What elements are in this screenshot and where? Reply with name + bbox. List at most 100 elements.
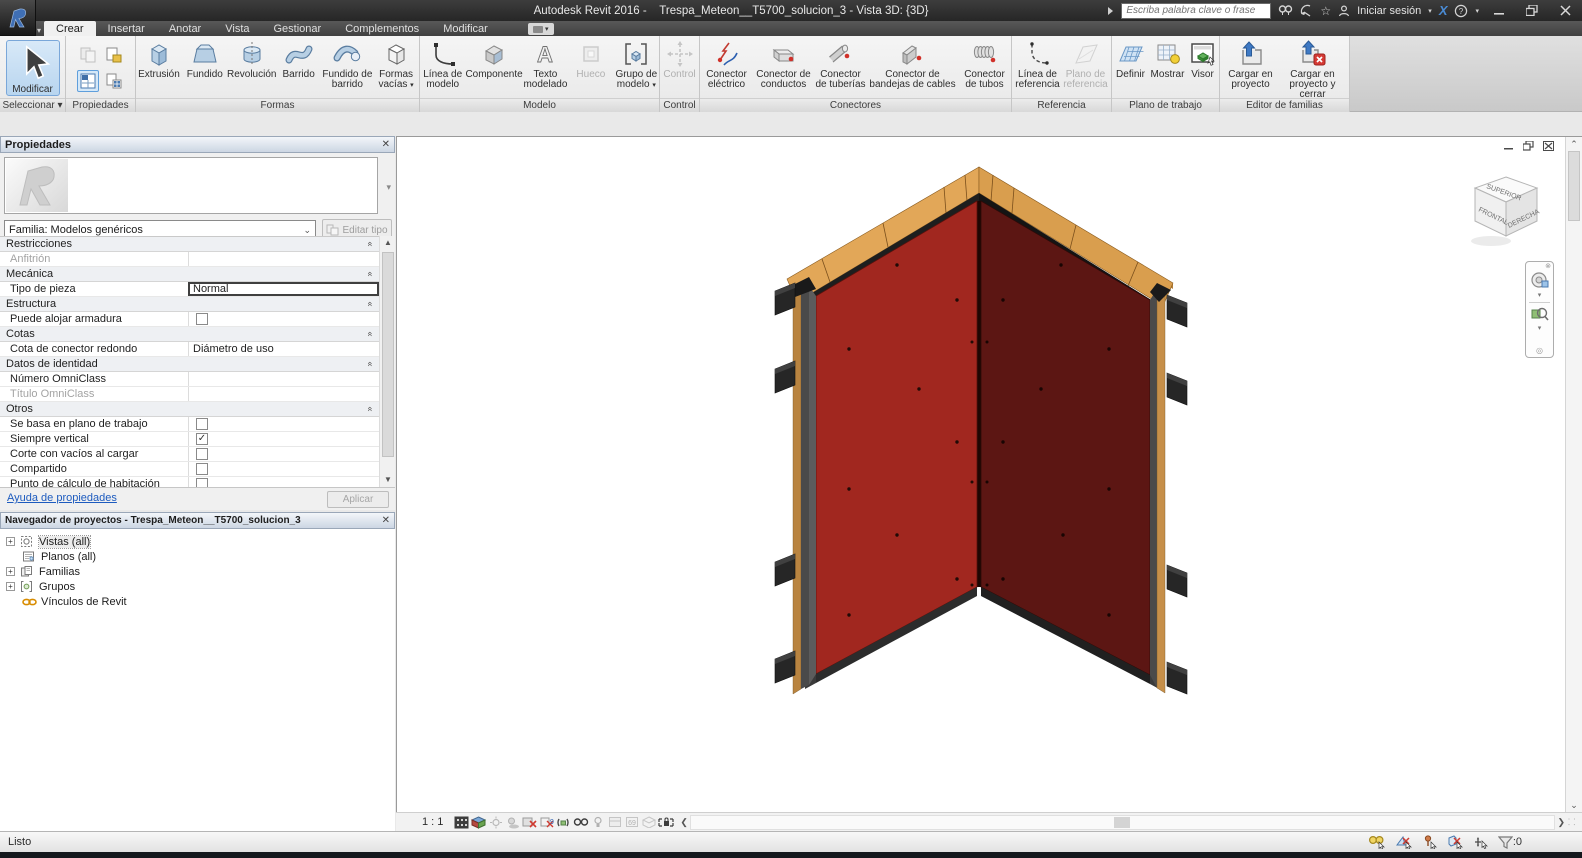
communication-center-icon[interactable] — [1300, 4, 1313, 17]
scroll-down-icon[interactable]: ▼ — [380, 473, 396, 487]
group-otros[interactable]: Otros« — [0, 402, 379, 417]
linea-modelo-button[interactable]: Línea de modelo — [420, 38, 465, 90]
conector-conductos-button[interactable]: Conector de conductos — [753, 38, 815, 90]
modify-button[interactable]: Modificar — [6, 40, 60, 96]
detail-level-icon[interactable] — [453, 814, 470, 830]
mostrar-button[interactable]: Mostrar — [1149, 38, 1187, 80]
tab-vista[interactable]: Vista — [213, 21, 261, 36]
checkbox[interactable]: ✓ — [196, 448, 208, 460]
navigation-bar[interactable]: ⊗ ▾ ▾ ◎ — [1525, 261, 1554, 358]
group-mecanica[interactable]: Mecánica« — [0, 267, 379, 282]
view-scale[interactable]: 1 : 1 — [422, 816, 443, 828]
hscroll-thumb[interactable] — [1114, 817, 1130, 828]
family-category-icon[interactable] — [103, 44, 125, 66]
grupo-modelo-button[interactable]: Grupo de modelo ▾ — [614, 38, 659, 91]
family-parameters-icon[interactable] — [103, 70, 125, 92]
properties-palette-header[interactable]: Propiedades ✕ — [0, 136, 395, 153]
property-row[interactable]: Cota de conector redondoDiámetro de uso — [0, 342, 379, 357]
tab-modificar[interactable]: Modificar — [431, 21, 500, 36]
scroll-up-icon[interactable]: ⌃ — [1566, 139, 1582, 150]
collapse-chevron-icon[interactable]: « — [365, 271, 375, 276]
favorites-star-icon[interactable]: ☆ — [1320, 4, 1331, 18]
cargar-proyecto-cerrar-button[interactable]: Cargar en proyecto y cerrar — [1279, 38, 1347, 100]
editable-only-icon[interactable] — [1368, 835, 1386, 849]
fundido-barrido-button[interactable]: Fundido de barrido — [322, 38, 374, 90]
property-row[interactable]: Corte con vacíos al cargar✓ — [0, 447, 379, 462]
conector-tuberias-button[interactable]: Conector de tuberías — [815, 38, 867, 90]
search-collapse-icon[interactable] — [1106, 6, 1114, 16]
cargar-proyecto-button[interactable]: Cargar en proyecto — [1223, 38, 1279, 90]
scrollbar-thumb[interactable] — [382, 252, 394, 457]
preview-dropdown-caret-icon[interactable]: ▾ — [386, 182, 391, 193]
temporary-view-properties-icon[interactable]: 69 — [623, 814, 640, 830]
exchange-apps-icon[interactable]: X — [1439, 3, 1448, 18]
search-icon[interactable] — [1278, 4, 1293, 17]
properties-help-link[interactable]: Ayuda de propiedades — [7, 492, 117, 504]
navbar-caret-icon[interactable]: ▾ — [1538, 291, 1542, 299]
checkbox[interactable]: ✓ — [196, 418, 208, 430]
show-crop-region-icon[interactable] — [555, 814, 572, 830]
collapse-chevron-icon[interactable]: « — [365, 361, 375, 366]
apply-button[interactable]: Aplicar — [327, 491, 389, 508]
hscroll-right-icon[interactable]: ❯ — [1557, 817, 1565, 828]
visual-style-icon[interactable] — [470, 814, 487, 830]
tab-insertar[interactable]: Insertar — [96, 21, 157, 36]
view-minimize-icon[interactable] — [1504, 141, 1514, 151]
application-menu-button[interactable] — [0, 0, 36, 36]
group-cotas[interactable]: Cotas« — [0, 327, 379, 342]
conector-tubos-button[interactable]: Conector de tubos — [959, 38, 1011, 90]
navbar-close-icon[interactable]: ⊗ — [1545, 263, 1551, 270]
definir-button[interactable]: Definir — [1113, 38, 1149, 80]
property-row[interactable]: Número OmniClass — [0, 372, 379, 387]
group-estructura[interactable]: Estructura« — [0, 297, 379, 312]
collapse-chevron-icon[interactable]: « — [365, 406, 375, 411]
press-drag-icon[interactable] — [1473, 835, 1489, 849]
view-close-icon[interactable] — [1543, 141, 1554, 151]
corner-panel-model[interactable] — [397, 137, 1582, 813]
tree-item-vistas[interactable]: + Vistas (all) — [0, 534, 395, 549]
sun-path-icon[interactable] — [487, 814, 504, 830]
shadows-icon[interactable] — [504, 814, 521, 830]
property-row[interactable]: Siempre vertical✓ — [0, 432, 379, 447]
expand-icon[interactable]: + — [6, 537, 15, 546]
scrollbar-thumb[interactable] — [1568, 151, 1580, 221]
filter-icon[interactable]: :0 — [1498, 836, 1522, 849]
checkbox[interactable]: ✓ — [196, 463, 208, 475]
expand-icon[interactable]: + — [6, 567, 15, 576]
family-types-icon[interactable] — [77, 44, 99, 66]
property-row[interactable]: Título OmniClass — [0, 387, 379, 402]
browser-close-icon[interactable]: ✕ — [382, 515, 390, 526]
type-preview[interactable]: ▾ — [4, 157, 378, 214]
scroll-down-icon[interactable]: ⌄ — [1566, 800, 1582, 811]
viewcube[interactable]: SUPERIOR FRONTAL DERECHA — [1469, 173, 1547, 251]
barrido-button[interactable]: Barrido — [276, 38, 322, 80]
tab-crear[interactable]: Crear — [44, 21, 96, 36]
panel-label-seleccionar[interactable]: Seleccionar ▾ — [0, 98, 65, 112]
checkbox[interactable]: ✓ — [196, 313, 208, 325]
resize-grip-icon[interactable]: ⸬ — [1568, 815, 1582, 829]
scroll-up-icon[interactable]: ▲ — [380, 236, 396, 250]
horizontal-scrollbar[interactable] — [690, 815, 1556, 830]
property-row[interactable]: Compartido✓ — [0, 462, 379, 477]
rendering-dialog-icon[interactable] — [521, 814, 538, 830]
collapse-chevron-icon[interactable]: « — [365, 301, 375, 306]
tipo-de-pieza-value[interactable]: Normal — [188, 282, 379, 296]
property-row[interactable]: Tipo de piezaNormal — [0, 282, 379, 297]
pin-icon[interactable] — [1422, 835, 1438, 849]
zoom-caret-icon[interactable]: ▾ — [1538, 324, 1542, 332]
properties-close-icon[interactable]: ✕ — [382, 139, 390, 150]
tree-item-grupos[interactable]: + Grupos — [0, 579, 395, 594]
minimize-button[interactable] — [1486, 2, 1512, 20]
componente-button[interactable]: Componente — [465, 38, 522, 80]
help-icon[interactable]: ? — [1454, 4, 1468, 18]
temporary-hide-isolate-icon[interactable] — [572, 814, 589, 830]
collapse-chevron-icon[interactable]: « — [365, 331, 375, 336]
panel-label-propiedades[interactable]: Propiedades — [66, 98, 135, 112]
property-row[interactable]: Puede alojar armadura✓ — [0, 312, 379, 327]
exclude-options-icon[interactable] — [1447, 835, 1464, 849]
reveal-hidden-elements-icon[interactable] — [589, 814, 606, 830]
steering-wheel-icon[interactable] — [1530, 270, 1550, 290]
signin-caret-icon[interactable]: ▾ — [1428, 7, 1432, 15]
sign-in-button[interactable]: Iniciar sesión — [1357, 5, 1421, 17]
tab-complementos[interactable]: Complementos — [333, 21, 431, 36]
